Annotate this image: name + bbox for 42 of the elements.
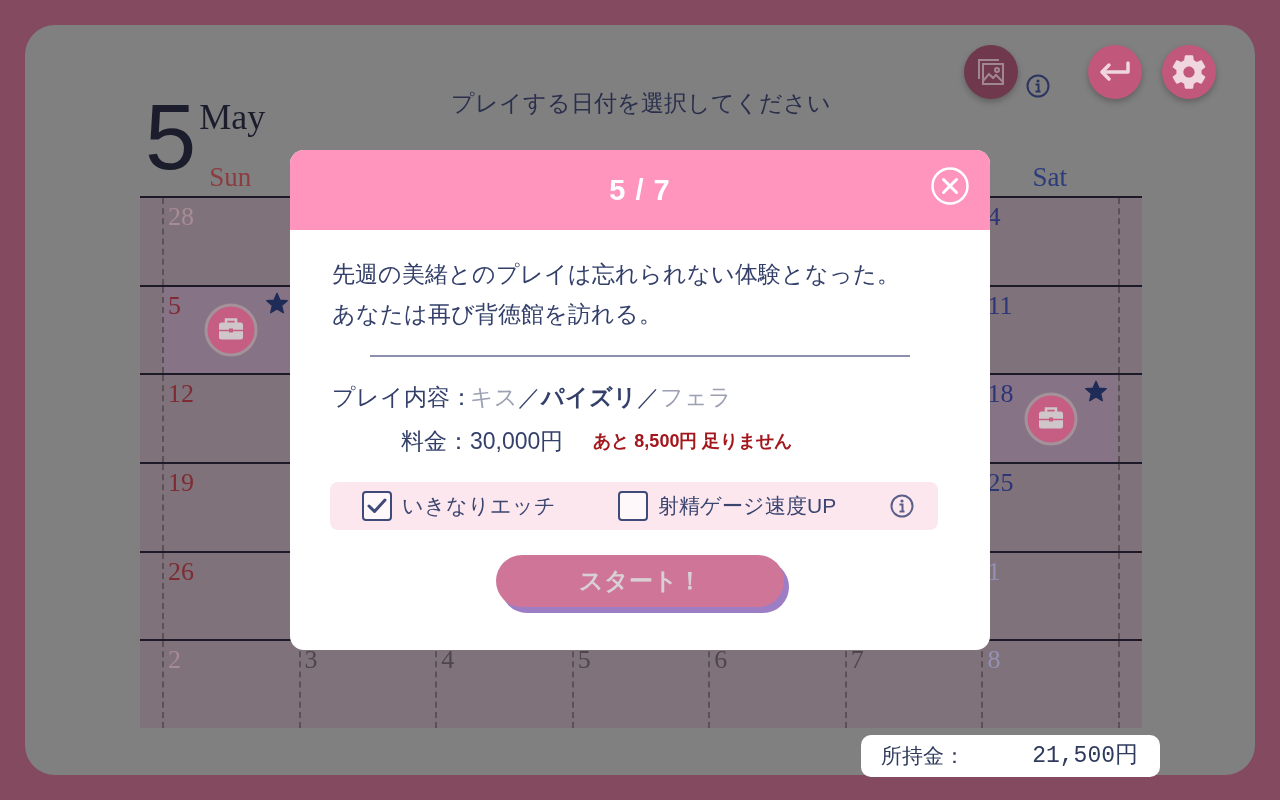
day-number: 8	[987, 647, 1001, 674]
warning-text: あと 8,500円 足りません	[593, 429, 793, 453]
day-number: 26	[168, 558, 194, 585]
day-number: 19	[168, 469, 194, 496]
day-number: 18	[987, 381, 1014, 408]
day-number: 5	[168, 292, 181, 319]
info-icon[interactable]	[890, 494, 914, 518]
play-option: フェラ	[660, 379, 732, 415]
day-number: 11	[987, 292, 1013, 319]
checkbox[interactable]	[618, 491, 648, 521]
settings-button[interactable]	[1162, 45, 1216, 99]
weekday-label: Sat	[1032, 164, 1067, 191]
field-label: プレイ内容：	[332, 382, 470, 412]
separator-text: ／	[518, 382, 541, 412]
play-option: キス	[470, 379, 518, 415]
weekday-label: Sun	[209, 164, 252, 191]
option-label[interactable]: 射精ゲージ速度UP	[658, 490, 837, 522]
checkbox[interactable]	[362, 491, 392, 521]
briefcase-icon[interactable]	[204, 303, 259, 357]
message-text: 先週の美緒とのプレイは忘れられない体験となった。	[332, 260, 900, 289]
day-number: 1	[987, 558, 1001, 585]
month-name: May	[199, 99, 266, 135]
price-value: 30,000円	[470, 426, 564, 456]
day-number: 12	[168, 381, 194, 408]
money-label: 所持金：	[881, 743, 965, 770]
instruction-text: プレイする日付を選択してください	[451, 89, 831, 118]
month-number: 5	[145, 91, 197, 183]
close-icon[interactable]	[931, 167, 969, 205]
message-text: あなたは再び背徳館を訪れる。	[332, 300, 662, 329]
dialog-title: 5 / 7	[609, 175, 671, 205]
option-label[interactable]: いきなりエッチ	[402, 490, 556, 522]
info-icon[interactable]	[1026, 74, 1050, 98]
field-label: 料金：	[400, 426, 470, 456]
money-value: 21,500円	[1032, 741, 1138, 771]
separator-text: ／	[637, 382, 660, 412]
play-option: パイズリ	[541, 379, 637, 415]
image-icon	[976, 57, 1006, 87]
back-button[interactable]	[1088, 45, 1142, 99]
briefcase-icon[interactable]	[1023, 391, 1078, 446]
gear-icon	[1172, 55, 1206, 89]
return-arrow-icon	[1099, 61, 1131, 83]
checkmark-icon	[367, 498, 387, 514]
